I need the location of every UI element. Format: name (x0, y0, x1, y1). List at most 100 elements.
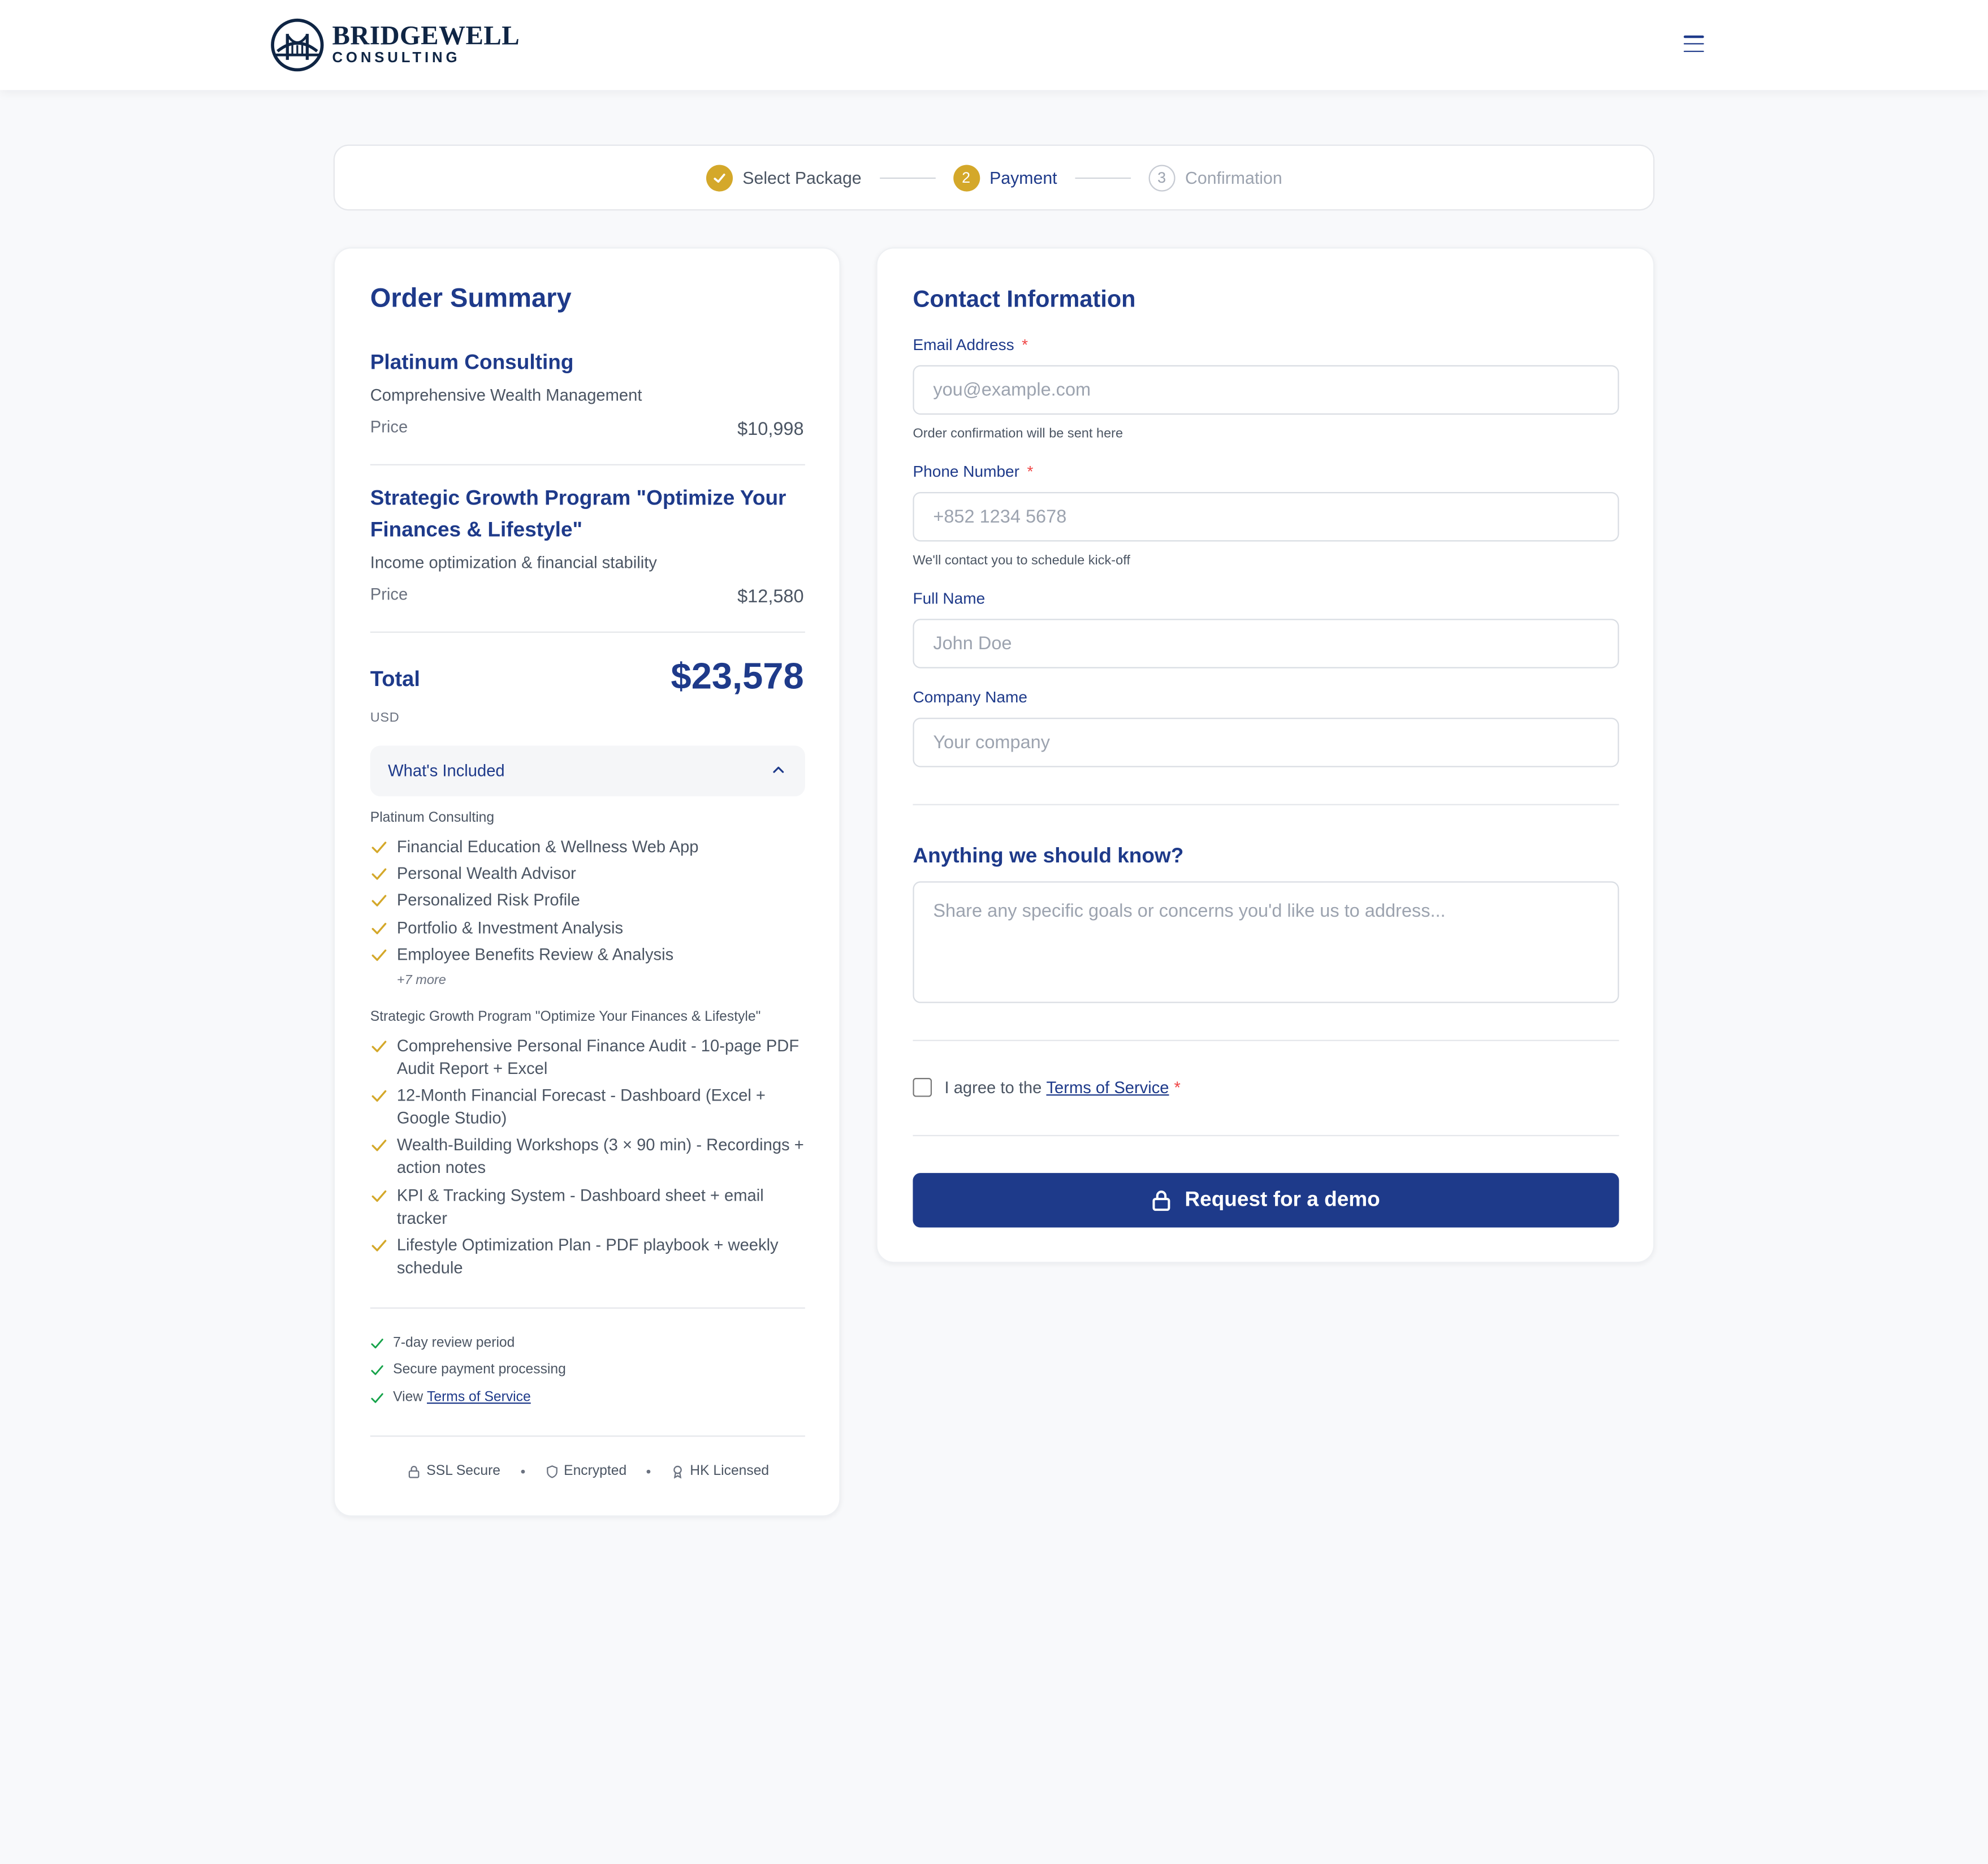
brand-subtitle: CONSULTING (332, 51, 461, 67)
package-subtitle: Income optimization & financial stabilit… (370, 553, 657, 572)
phone-input[interactable] (913, 492, 1619, 542)
feature-text: 12-Month Financial Forecast - Dashboard … (396, 1085, 766, 1128)
feature-text: Wealth-Building Workshops (3 × 90 min) -… (396, 1134, 804, 1177)
assurance-item: 7-day review period (370, 1335, 515, 1350)
step-select-package[interactable]: Select Package (706, 164, 862, 191)
feature-item: Employee Benefits Review & Analysis (370, 943, 808, 966)
request-demo-label: Request for a demo (1185, 1188, 1380, 1211)
brand-name: BRIDGEWELL (332, 20, 520, 51)
full-name-input[interactable] (913, 619, 1619, 668)
feature-text: Portfolio & Investment Analysis (396, 918, 624, 938)
step-number: 2 (953, 164, 980, 191)
feature-item: KPI & Tracking System - Dashboard sheet … (370, 1184, 808, 1230)
total-label: Total (370, 667, 421, 692)
check-icon (706, 164, 733, 191)
feature-text: Comprehensive Personal Finance Audit - 1… (396, 1035, 799, 1078)
divider (913, 804, 1619, 805)
total-amount: $23,578 (671, 657, 804, 698)
check-icon (371, 1090, 387, 1102)
step-label: Payment (989, 168, 1057, 187)
order-summary-title: Order Summary (370, 284, 572, 313)
badge-text: SSL Secure (426, 1463, 501, 1479)
request-demo-button[interactable]: Request for a demo (913, 1173, 1619, 1228)
contact-information-card: Contact Information Email Address* Order… (876, 247, 1655, 1263)
separator-dot (520, 1469, 525, 1473)
included-group-label: Platinum Consulting (370, 810, 495, 826)
terms-of-service-link[interactable]: Terms of Service (1046, 1078, 1169, 1097)
shield-icon (546, 1464, 557, 1478)
licensed-badge: HK Licensed (671, 1464, 769, 1479)
divider (370, 464, 805, 465)
check-icon (371, 868, 387, 880)
feature-text: Employee Benefits Review & Analysis (396, 944, 674, 964)
check-icon (371, 1190, 387, 1202)
phone-help-text: We'll contact you to schedule kick-off (913, 553, 1130, 568)
check-icon (371, 922, 387, 935)
encrypted-badge: Encrypted (544, 1464, 626, 1479)
email-input[interactable] (913, 365, 1619, 415)
notes-title: Anything we should know? (913, 844, 1184, 868)
check-icon (371, 842, 387, 853)
security-badges: SSL Secure Encrypted HK Licensed (335, 1464, 842, 1479)
terms-of-service-link[interactable]: Terms of Service (427, 1390, 531, 1405)
package-price: $12,580 (737, 587, 804, 608)
check-icon (371, 895, 387, 907)
order-summary-card: Order Summary Platinum Consulting Compre… (333, 247, 842, 1517)
whats-included-toggle[interactable]: What's Included (370, 745, 805, 797)
feature-item: Financial Education & Wellness Web App (370, 836, 808, 858)
check-icon (371, 1365, 383, 1375)
step-number: 3 (1148, 164, 1175, 191)
divider (913, 1134, 1619, 1137)
top-navigation-bar: BRIDGEWELL CONSULTING (0, 0, 1988, 90)
full-name-label: Full Name (913, 589, 986, 608)
agree-prefix: I agree to the (944, 1077, 1042, 1097)
whats-included-label: What's Included (388, 761, 505, 780)
assurance-item: View Terms of Service (370, 1390, 531, 1405)
package-title: Strategic Growth Program "Optimize Your … (370, 487, 786, 542)
divider (370, 1307, 805, 1309)
step-payment: 2 Payment (953, 164, 1057, 191)
feature-text: Personal Wealth Advisor (396, 864, 576, 883)
check-icon (371, 949, 387, 961)
feature-text: Personalized Risk Profile (396, 890, 580, 909)
check-icon (371, 1337, 383, 1348)
terms-checkbox[interactable] (913, 1077, 932, 1097)
terms-agreement: I agree to the Terms of Service * (913, 1077, 1181, 1097)
award-icon (673, 1465, 682, 1478)
lock-icon (1153, 1190, 1171, 1211)
company-name-input[interactable] (913, 718, 1619, 767)
chevron-up-icon (773, 766, 784, 773)
feature-item: Lifestyle Optimization Plan - PDF playbo… (370, 1234, 808, 1280)
feature-text: Financial Education & Wellness Web App (396, 836, 699, 856)
feature-item: 12-Month Financial Forecast - Dashboard … (370, 1084, 808, 1130)
package-price: $10,998 (737, 420, 804, 441)
assurance-text: Secure payment processing (393, 1362, 566, 1378)
feature-item: Personalized Risk Profile (370, 889, 808, 912)
checkout-stepper: Select Package 2 Payment 3 Confirmation (333, 144, 1655, 211)
step-confirmation: 3 Confirmation (1148, 164, 1282, 191)
brand-logo[interactable]: BRIDGEWELL CONSULTING (270, 18, 520, 72)
hamburger-menu-icon[interactable] (1683, 35, 1704, 53)
check-icon (371, 1041, 387, 1052)
feature-text: KPI & Tracking System - Dashboard sheet … (396, 1185, 764, 1228)
divider (913, 1039, 1619, 1041)
contact-information-title: Contact Information (913, 285, 1136, 312)
view-prefix: View (393, 1390, 423, 1405)
package-subtitle: Comprehensive Wealth Management (370, 385, 642, 405)
required-marker: * (1174, 1077, 1181, 1097)
bridge-logo-icon (271, 18, 324, 72)
company-name-label: Company Name (913, 688, 1027, 706)
more-items-text: +7 more (396, 972, 446, 988)
feature-item: Portfolio & Investment Analysis (370, 917, 808, 939)
assurance-item: Secure payment processing (370, 1362, 566, 1377)
separator-dot (647, 1469, 651, 1473)
feature-item: Comprehensive Personal Finance Audit - 1… (370, 1035, 808, 1081)
ssl-badge: SSL Secure (408, 1464, 500, 1479)
badge-text: Encrypted (564, 1463, 627, 1479)
required-marker: * (1027, 463, 1034, 481)
package-title: Platinum Consulting (370, 351, 574, 374)
step-connector (879, 176, 935, 179)
required-marker: * (1022, 336, 1028, 354)
notes-textarea[interactable] (913, 881, 1619, 1003)
check-icon (371, 1392, 383, 1403)
